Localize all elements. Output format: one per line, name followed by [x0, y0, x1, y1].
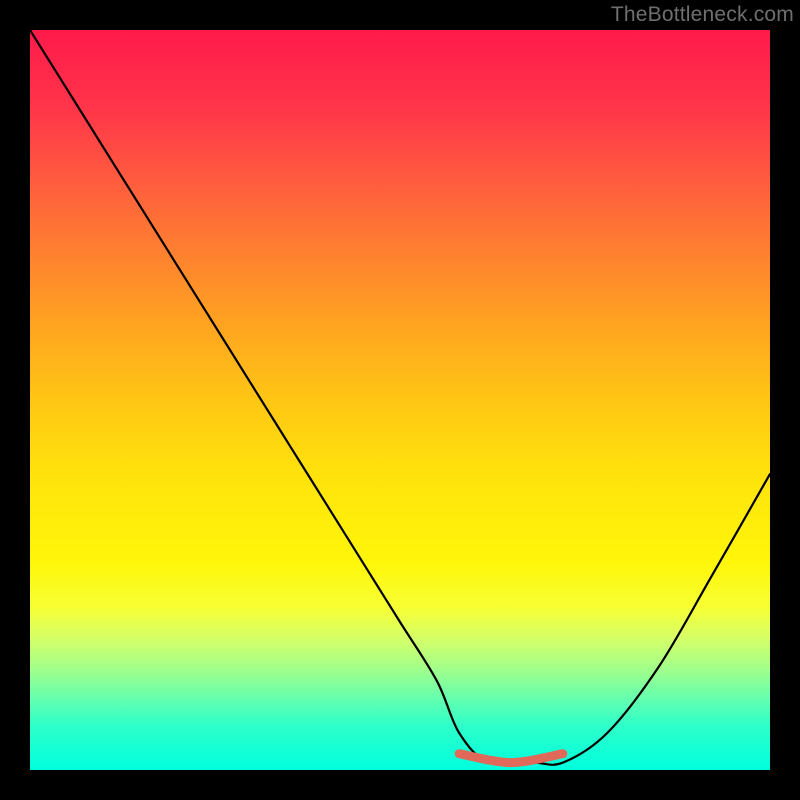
curve-svg — [30, 30, 770, 770]
plot-area — [30, 30, 770, 770]
watermark-text: TheBottleneck.com — [611, 3, 794, 27]
bottleneck-curve — [30, 30, 770, 765]
optimal-range-marker — [459, 754, 563, 763]
chart-container: TheBottleneck.com — [0, 0, 800, 800]
